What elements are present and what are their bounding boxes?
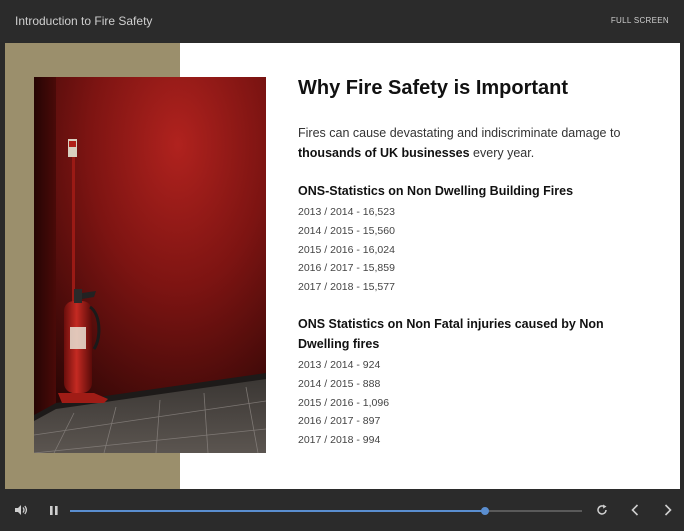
stat-item: 2016 / 2017 - 15,859 xyxy=(298,262,395,275)
stat-item: 2013 / 2014 - 924 xyxy=(298,358,381,371)
stat-list: 2013 / 2014 - 16,523 2014 / 2015 - 15,56… xyxy=(298,203,648,297)
slide-heading: Why Fire Safety is Important xyxy=(298,77,569,99)
fires-statistics-section: ONS-Statistics on Non Dwelling Building … xyxy=(298,181,648,297)
intro-text-start: Fires can cause devastating and indiscri… xyxy=(298,126,621,140)
pause-icon xyxy=(50,505,58,515)
previous-slide-button[interactable] xyxy=(625,489,645,531)
stat-item: 2013 / 2014 - 16,523 xyxy=(298,206,395,218)
stat-item: 2017 / 2018 - 15,577 xyxy=(298,281,395,294)
seek-bar-progress xyxy=(70,510,485,512)
injuries-statistics-section: ONS Statistics on Non Fatal injuries cau… xyxy=(298,314,648,450)
top-bar: Introduction to Fire Safety FULL SCREEN xyxy=(0,0,684,42)
section-title: ONS-Statistics on Non Dwelling Building … xyxy=(298,184,574,198)
stat-item: 2014 / 2015 - 15,560 xyxy=(298,224,395,237)
seek-bar[interactable] xyxy=(70,507,582,515)
course-title: Introduction to Fire Safety xyxy=(15,14,153,28)
slide-content: Why Fire Safety is Important Fires can c… xyxy=(298,75,648,450)
section-title: ONS Statistics on Non Fatal injuries cau… xyxy=(298,316,604,351)
intro-text-end: every year. xyxy=(469,146,535,160)
stat-item: 2015 / 2016 - 16,024 xyxy=(298,243,395,256)
fullscreen-button[interactable]: FULL SCREEN xyxy=(611,16,669,25)
slide: Why Fire Safety is Important Fires can c… xyxy=(5,43,680,489)
stat-item: 2014 / 2015 - 888 xyxy=(298,377,381,390)
chevron-left-icon xyxy=(631,504,639,516)
stat-item: 2017 / 2018 - 994 xyxy=(298,434,381,447)
stat-item: 2015 / 2016 - 1,096 xyxy=(298,396,390,409)
intro-paragraph: Fires can cause devastating and indiscri… xyxy=(298,123,648,163)
replay-button[interactable] xyxy=(592,489,612,531)
volume-button[interactable] xyxy=(10,489,32,531)
replay-icon xyxy=(597,504,607,515)
pause-button[interactable] xyxy=(44,489,64,531)
volume-icon xyxy=(15,505,28,515)
seek-bar-handle[interactable] xyxy=(481,507,489,515)
stat-list: 2013 / 2014 - 924 2014 / 2015 - 888 2015… xyxy=(298,356,648,450)
player-controls xyxy=(0,489,684,531)
chevron-right-icon xyxy=(664,504,672,516)
fire-extinguisher-photo xyxy=(34,77,266,453)
intro-text-bold: thousands of UK businesses xyxy=(298,146,470,160)
stat-item: 2016 / 2017 - 897 xyxy=(298,415,381,428)
next-slide-button[interactable] xyxy=(658,489,678,531)
